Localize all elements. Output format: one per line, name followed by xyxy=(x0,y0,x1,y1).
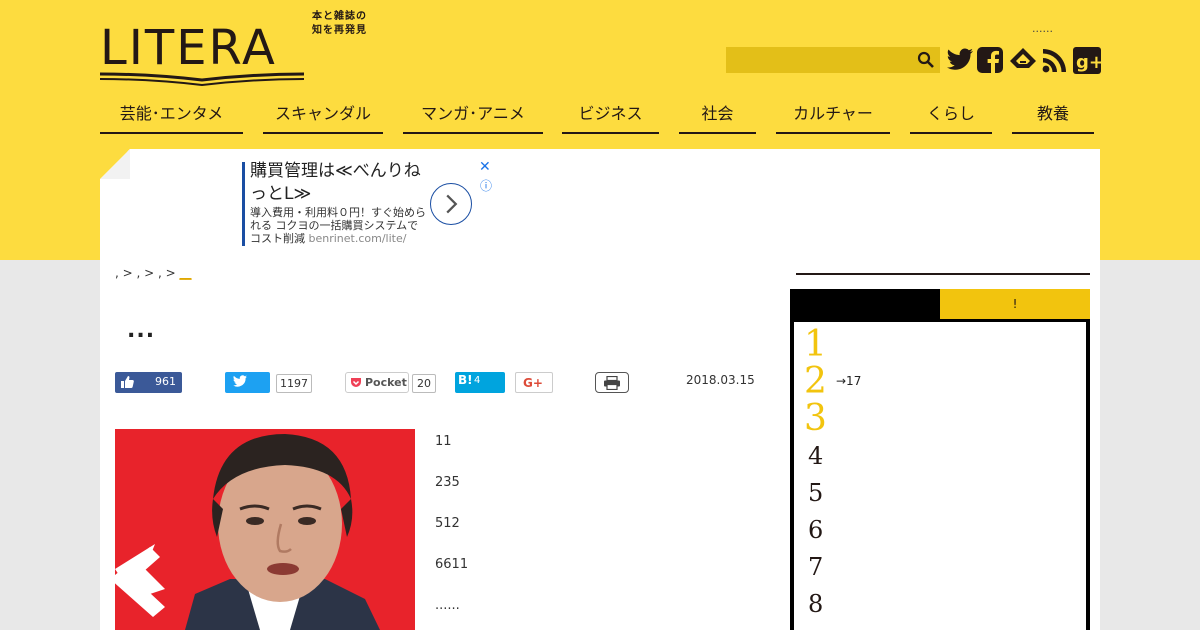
google-plus-share-button[interactable]: G+ xyxy=(515,372,553,393)
hatena-bookmark-button[interactable]: B! 4 xyxy=(455,372,505,393)
site-logo[interactable]: LITERA 本と雑誌の 知を再発見 xyxy=(100,11,390,86)
twitter-bird-icon xyxy=(233,375,247,387)
twitter-share-button[interactable] xyxy=(225,372,270,393)
info-icon[interactable]: ⓘ xyxy=(480,177,492,194)
rank-number-5[interactable]: 5 xyxy=(808,479,823,507)
nav-item-manga-anime[interactable]: マンガ･アニメ xyxy=(403,100,543,134)
pocket-label: Pocket xyxy=(365,376,407,389)
nav-item-society[interactable]: 社会 xyxy=(679,100,756,134)
ranking-list: 1 2 →17 3 4 5 6 7 8 xyxy=(790,319,1090,630)
article-title: ... xyxy=(127,318,156,343)
page-corner-fold xyxy=(100,149,130,179)
politician-portrait-image xyxy=(115,429,415,630)
article-date: 2018.03.15 xyxy=(686,373,755,387)
ad-accent-bar xyxy=(242,162,245,246)
chevron-right-icon[interactable] xyxy=(430,183,472,225)
ad-url[interactable]: benrinet.com/lite/ xyxy=(309,232,407,245)
nav-item-education[interactable]: 教養 xyxy=(1012,100,1094,134)
search-icon[interactable] xyxy=(917,51,935,69)
main-content: , > , > , > __ ... 961 1197 Pocket 20 B!… xyxy=(100,260,1100,630)
main-nav: 芸能･エンタメ スキャンダル マンガ･アニメ ビジネス 社会 カルチャー くらし… xyxy=(100,100,1100,136)
nav-item-business[interactable]: ビジネス xyxy=(562,100,659,134)
twitter-icon[interactable] xyxy=(945,45,975,75)
facebook-icon[interactable] xyxy=(976,45,1006,75)
breadcrumb: , > , > , > __ xyxy=(115,266,192,280)
article-paragraph: 11 xyxy=(435,434,452,449)
rank-number-2[interactable]: 2 xyxy=(804,361,827,402)
rank-number-4[interactable]: 4 xyxy=(808,442,823,470)
article-photo xyxy=(115,429,415,630)
nav-item-scandal[interactable]: スキャンダル xyxy=(263,100,383,134)
pocket-button[interactable]: Pocket xyxy=(345,372,409,393)
feedly-icon[interactable] xyxy=(1008,45,1038,75)
nav-item-culture[interactable]: カルチャー xyxy=(776,100,890,134)
ad-banner[interactable]: 購買管理は≪べんりねっとL≫ 導入費用・利用料０円！すぐ始められる コクヨの一括… xyxy=(100,149,1100,260)
rank-item-2-text[interactable]: →17 xyxy=(836,374,861,388)
book-icon xyxy=(100,72,304,86)
ad-description: 導入費用・利用料０円！すぐ始められる コクヨの一括購買システムでコスト削減 be… xyxy=(250,206,428,245)
rank-number-8[interactable]: 8 xyxy=(808,590,823,618)
twitter-count: 1197 xyxy=(276,374,312,393)
facebook-like-button[interactable]: 961 xyxy=(115,372,182,393)
breadcrumb-links[interactable]: , > , > , > xyxy=(115,266,180,280)
close-icon[interactable]: ✕ xyxy=(479,159,491,175)
tagline-line-2: 知を再発見 xyxy=(312,25,367,36)
nav-item-life[interactable]: くらし xyxy=(910,100,992,134)
tab-ranking-active[interactable] xyxy=(790,289,940,319)
sidebar-divider xyxy=(796,273,1090,275)
pocket-count: 20 xyxy=(412,374,436,393)
ad-title[interactable]: 購買管理は≪べんりねっとL≫ xyxy=(250,160,428,206)
tagline: 本と雑誌の 知を再発見 xyxy=(312,10,382,38)
facebook-count: 961 xyxy=(155,375,176,388)
rank-number-3[interactable]: 3 xyxy=(804,398,827,439)
ranking-tabs: ! xyxy=(790,289,1090,319)
svg-text:g+: g+ xyxy=(1076,52,1102,73)
rss-icon[interactable] xyxy=(1040,45,1070,75)
breadcrumb-current: __ xyxy=(179,266,192,280)
rank-number-7[interactable]: 7 xyxy=(808,553,823,581)
hatena-label: B! xyxy=(458,373,473,387)
gplus-label: G+ xyxy=(523,376,543,390)
nav-item-entertainment[interactable]: 芸能･エンタメ xyxy=(100,100,243,134)
thumbs-up-icon xyxy=(121,376,134,388)
google-plus-icon[interactable]: g+ xyxy=(1072,45,1102,75)
tab-ranking-inactive[interactable]: ! xyxy=(940,289,1090,319)
hatena-count: 4 xyxy=(474,375,481,386)
article-paragraph: ...... xyxy=(435,598,460,613)
logo-text: LITERA xyxy=(100,20,277,76)
printer-icon xyxy=(604,376,620,390)
pocket-icon xyxy=(351,378,361,387)
tagline-line-1: 本と雑誌の xyxy=(312,11,367,22)
search-input[interactable] xyxy=(726,47,940,73)
header-links[interactable]: ...... xyxy=(1032,22,1053,35)
article-paragraph: 235 xyxy=(435,475,460,490)
rank-number-6[interactable]: 6 xyxy=(808,516,823,544)
print-button[interactable] xyxy=(595,372,629,393)
article-paragraph: 512 xyxy=(435,516,460,531)
rank-number-1[interactable]: 1 xyxy=(804,324,827,365)
article-paragraph: 6611 xyxy=(435,557,469,572)
